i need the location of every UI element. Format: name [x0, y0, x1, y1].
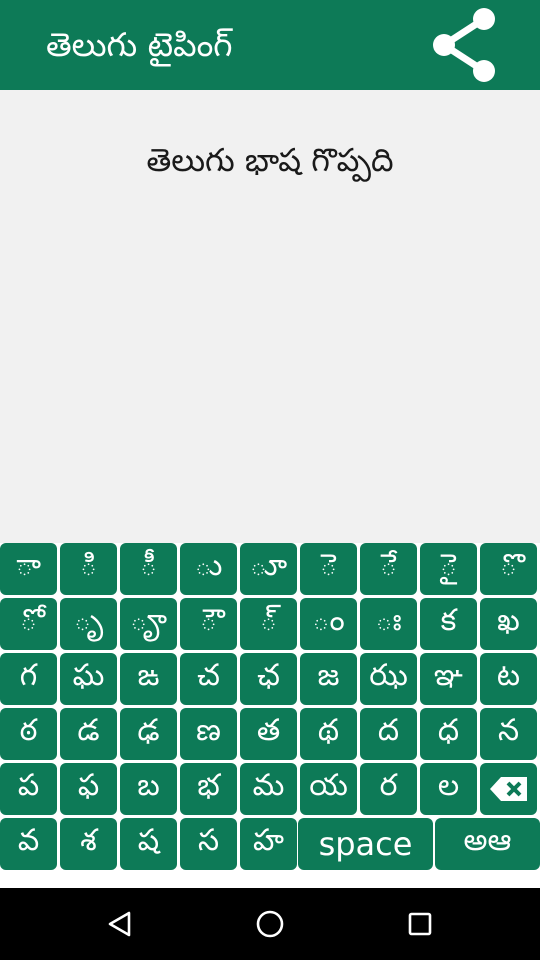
key-2-3[interactable]: చ — [180, 653, 237, 705]
key-1-1[interactable]: ృ — [60, 598, 117, 650]
key-3-6[interactable]: ద — [360, 708, 417, 760]
key-0-6[interactable]: ే — [360, 543, 417, 595]
key-2-7[interactable]: ఞ — [420, 653, 477, 705]
key-2-1[interactable]: ఘ — [60, 653, 117, 705]
space-key[interactable]: space — [298, 818, 433, 870]
key-3-2[interactable]: ఢ — [120, 708, 177, 760]
key-0-5[interactable]: ె — [300, 543, 357, 595]
key-3-3[interactable]: ణ — [180, 708, 237, 760]
key-5-3[interactable]: స — [180, 818, 237, 870]
key-2-4[interactable]: ఛ — [240, 653, 297, 705]
key-0-8[interactable]: ొ — [480, 543, 537, 595]
vowel-switch-key[interactable]: అఆ — [435, 818, 540, 870]
home-button[interactable] — [225, 888, 315, 960]
key-0-7[interactable]: ై — [420, 543, 477, 595]
key-4-4[interactable]: మ — [240, 763, 297, 815]
key-1-2[interactable]: ౄ — [120, 598, 177, 650]
recents-square-icon — [408, 912, 432, 936]
telugu-keyboard: space అఆ ాిీుూెేైొోృౄౌ్ంః క ఖ గ ఘ ఙ చ ఛ జ ఝ ఞ ట ఠ డ ఢ ణ… — [0, 543, 540, 888]
home-circle-icon — [256, 910, 284, 938]
key-4-7[interactable]: ల — [420, 763, 477, 815]
key-1-6[interactable]: ః — [360, 598, 417, 650]
key-2-5[interactable]: జ — [300, 653, 357, 705]
key-2-6[interactable]: ఝ — [360, 653, 417, 705]
key-0-2[interactable]: ీ — [120, 543, 177, 595]
key-3-5[interactable]: థ — [300, 708, 357, 760]
key-1-7[interactable]: క — [420, 598, 477, 650]
key-1-3[interactable]: ౌ — [180, 598, 237, 650]
key-3-4[interactable]: త — [240, 708, 297, 760]
key-4-1[interactable]: ఫ — [60, 763, 117, 815]
key-3-0[interactable]: ఠ — [0, 708, 57, 760]
key-5-4[interactable]: హ — [240, 818, 297, 870]
key-3-7[interactable]: ధ — [420, 708, 477, 760]
text-editor[interactable]: తెలుగు భాష గొప్పది — [0, 90, 540, 543]
key-0-3[interactable]: ు — [180, 543, 237, 595]
key-4-3[interactable]: భ — [180, 763, 237, 815]
backspace-icon — [489, 777, 527, 801]
key-4-0[interactable]: ప — [0, 763, 57, 815]
key-1-0[interactable]: ో — [0, 598, 57, 650]
key-1-8[interactable]: ఖ — [480, 598, 537, 650]
key-3-1[interactable]: డ — [60, 708, 117, 760]
key-0-4[interactable]: ూ — [240, 543, 297, 595]
navigation-bar — [0, 888, 540, 960]
key-2-2[interactable]: ఙ — [120, 653, 177, 705]
recents-button[interactable] — [375, 888, 465, 960]
backspace-key[interactable] — [480, 763, 537, 815]
share-icon — [433, 8, 495, 82]
share-button[interactable] — [420, 4, 508, 86]
key-4-6[interactable]: ర — [360, 763, 417, 815]
key-5-2[interactable]: ష — [120, 818, 177, 870]
back-triangle-icon — [108, 911, 131, 937]
typed-text: తెలుగు భాష గొప్పది — [146, 141, 394, 179]
key-0-1[interactable]: ి — [60, 543, 117, 595]
back-button[interactable] — [75, 888, 165, 960]
key-3-8[interactable]: న — [480, 708, 537, 760]
key-2-0[interactable]: గ — [0, 653, 57, 705]
key-2-8[interactable]: ట — [480, 653, 537, 705]
key-0-0[interactable]: ా — [0, 543, 57, 595]
key-4-5[interactable]: య — [300, 763, 357, 815]
key-1-4[interactable]: ్ — [240, 598, 297, 650]
key-5-0[interactable]: వ — [0, 818, 57, 870]
app-bar: తెలుగు టైపింగ్ — [0, 0, 540, 90]
key-5-1[interactable]: శ — [60, 818, 117, 870]
app-title: తెలుగు టైపింగ్ — [46, 25, 233, 64]
key-4-2[interactable]: బ — [120, 763, 177, 815]
key-1-5[interactable]: ం — [300, 598, 357, 650]
